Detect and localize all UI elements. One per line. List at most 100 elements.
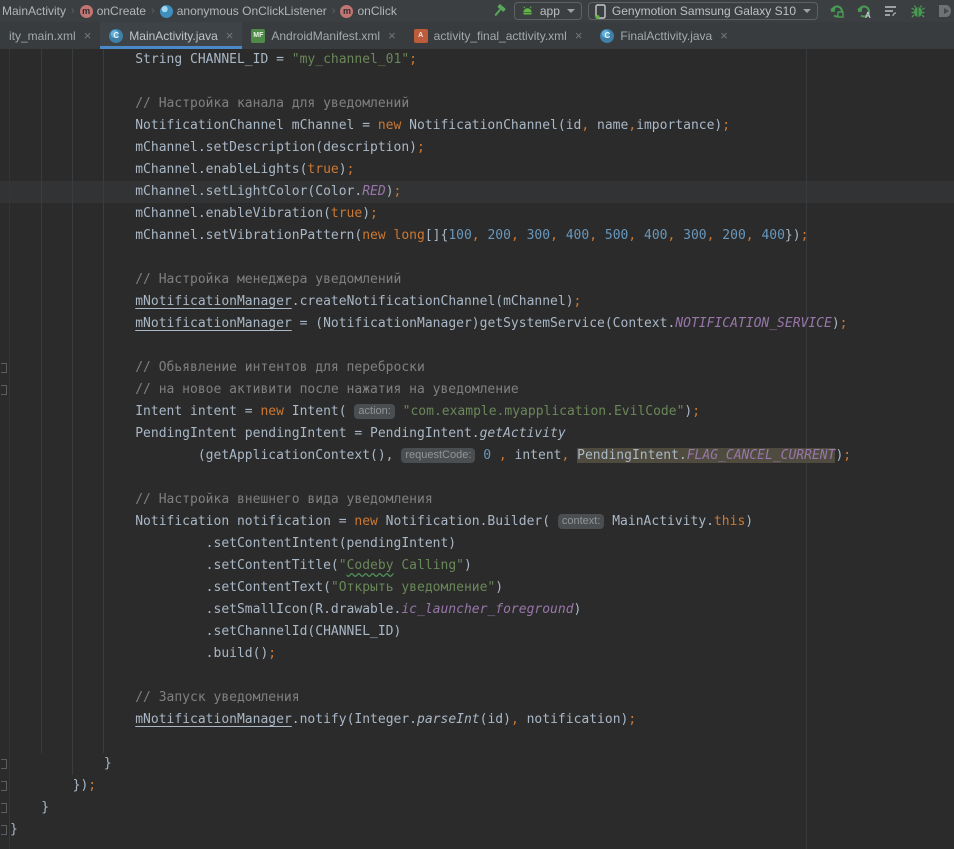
phone-icon	[595, 4, 607, 19]
code-token: notification)	[527, 712, 629, 727]
breadcrumb-separator-icon: ›	[151, 5, 155, 17]
run-configuration-select[interactable]: app	[514, 2, 582, 20]
code-token: parseInt	[417, 712, 480, 727]
code-line[interactable]: // Настройка менеджера уведомлений	[0, 269, 954, 291]
code-line[interactable]: Intent intent = new Intent( action: "com…	[0, 401, 954, 423]
code-token: )	[386, 184, 394, 199]
code-line[interactable]: .setContentIntent(pendingIntent)	[0, 533, 954, 555]
tab-ity-main-xml[interactable]: ity_main.xml×	[0, 22, 100, 49]
code-token: ;	[722, 118, 730, 133]
code-token: mChannel.setLightColor(Color.	[10, 184, 362, 199]
code-line[interactable]	[0, 335, 954, 357]
code-token: ,	[562, 448, 578, 463]
fold-marker-icon[interactable]	[1, 385, 7, 395]
code-line[interactable]: // Настройка внешнего вида уведомления	[0, 489, 954, 511]
code-line[interactable]: .setSmallIcon(R.drawable.ic_launcher_for…	[0, 599, 954, 621]
apply-changes-icon[interactable]	[828, 2, 846, 20]
code-token: ,	[550, 228, 566, 243]
code-line[interactable]	[0, 665, 954, 687]
code-line[interactable]: .setContentText("Открыть уведомление")	[0, 577, 954, 599]
breadcrumb-item[interactable]: monClick	[340, 4, 396, 18]
code-token: // Настройка менеджера уведомлений	[10, 272, 401, 287]
code-token: 400	[644, 228, 667, 243]
code-line[interactable]	[0, 467, 954, 489]
device-select[interactable]: Genymotion Samsung Galaxy S10	[588, 2, 818, 20]
code-line[interactable]: Notification notification = new Notifica…	[0, 511, 954, 533]
apply-code-changes-icon[interactable]: A	[855, 2, 873, 20]
code-line[interactable]: .setContentTitle("Codeby Calling")	[0, 555, 954, 577]
code-line[interactable]: String CHANNEL_ID = "my_channel_01";	[0, 49, 954, 71]
code-token: = (NotificationManager)getSystemService(…	[292, 316, 676, 331]
close-icon[interactable]: ×	[388, 28, 396, 43]
code-token: mChannel.setDescription(description)	[10, 140, 417, 155]
code-token: )	[339, 162, 347, 177]
code-line[interactable]: PendingIntent pendingIntent = PendingInt…	[0, 423, 954, 445]
code-line[interactable]: }	[0, 753, 954, 775]
profiler-icon[interactable]	[882, 2, 900, 20]
code-token: })	[10, 778, 88, 793]
code-line[interactable]: mNotificationManager = (NotificationMana…	[0, 313, 954, 335]
code-token: ;	[347, 162, 355, 177]
code-line[interactable]: }	[0, 819, 954, 841]
fold-marker-icon[interactable]	[1, 825, 7, 835]
code-token: NOTIFICATION_SERVICE	[675, 316, 832, 331]
tab-androidmanifest-xml[interactable]: MF AndroidManifest.xml ×	[242, 22, 404, 49]
tab-label: activity_final_acttivity.xml	[434, 29, 567, 43]
code-line[interactable]	[0, 71, 954, 93]
debug-icon[interactable]	[909, 2, 927, 20]
current-code-line[interactable]: mChannel.setLightColor(Color.RED);	[0, 181, 954, 203]
code-line[interactable]: .setChannelId(CHANNEL_ID)	[0, 621, 954, 643]
breadcrumb-item[interactable]: monCreate	[80, 4, 146, 18]
code-line[interactable]: (getApplicationContext(), requestCode: 0…	[0, 445, 954, 467]
code-line[interactable]: mNotificationManager.notify(Integer.pars…	[0, 709, 954, 731]
fold-marker-icon[interactable]	[1, 363, 7, 373]
code-token: // Запуск уведомления	[10, 690, 300, 705]
layout-xml-icon: A	[414, 29, 428, 43]
fold-marker-icon[interactable]	[1, 803, 7, 813]
build-hammer-icon[interactable]	[490, 2, 508, 20]
android-icon	[521, 4, 535, 18]
tab-label: AndroidManifest.xml	[271, 29, 380, 43]
svg-text:A: A	[865, 11, 871, 19]
close-icon[interactable]: ×	[226, 28, 234, 43]
code-line[interactable]: // на новое активити после нажатия на ув…	[0, 379, 954, 401]
code-line[interactable]: });	[0, 775, 954, 797]
code-line[interactable]: NotificationChannel mChannel = new Notif…	[0, 115, 954, 137]
breadcrumb-item[interactable]: MainActivity	[2, 4, 66, 18]
code-token: mNotificationManager	[135, 316, 292, 331]
code-line[interactable]: mChannel.enableVibration(true);	[0, 203, 954, 225]
code-line[interactable]: mNotificationManager.createNotificationC…	[0, 291, 954, 313]
code-token: ;	[692, 404, 700, 419]
fold-marker-icon[interactable]	[1, 759, 7, 769]
tab-activity-final-acttivity-xml[interactable]: Aactivity_final_acttivity.xml ×	[405, 22, 592, 49]
code-line[interactable]: .build();	[0, 643, 954, 665]
close-icon[interactable]: ×	[575, 28, 583, 43]
code-token: ;	[394, 184, 402, 199]
code-token: 300	[683, 228, 706, 243]
code-line[interactable]: mChannel.setVibrationPattern(new long[]{…	[0, 225, 954, 247]
tab-finalacttivity-java[interactable]: CFinalActtivity.java×	[591, 22, 736, 49]
close-icon[interactable]: ×	[84, 28, 92, 43]
code-line[interactable]: mChannel.setDescription(description);	[0, 137, 954, 159]
code-token: ;	[843, 448, 851, 463]
code-token: PendingIntent pendingIntent = PendingInt…	[10, 426, 480, 441]
code-line[interactable]: }	[0, 797, 954, 819]
code-line[interactable]: // Обьявление интентов для переброски	[0, 357, 954, 379]
breadcrumb-item[interactable]: anonymous OnClickListener	[160, 4, 327, 18]
close-icon[interactable]: ×	[720, 28, 728, 43]
code-token: .build()	[10, 646, 268, 661]
manifest-icon: MF	[251, 29, 265, 43]
code-token: true	[331, 206, 362, 221]
code-line[interactable]: // Запуск уведомления	[0, 687, 954, 709]
code-line[interactable]: // Настройка канала для уведомлений	[0, 93, 954, 115]
code-token: new	[362, 228, 385, 243]
tab-mainactivity-java[interactable]: CMainActivity.java×	[100, 22, 242, 49]
code-line[interactable]	[0, 731, 954, 753]
fold-marker-icon[interactable]	[1, 781, 7, 791]
code-line[interactable]: mChannel.enableLights(true);	[0, 159, 954, 181]
code-line[interactable]	[0, 247, 954, 269]
attach-debugger-icon[interactable]	[936, 2, 954, 20]
code-token: ,	[746, 228, 762, 243]
code-editor[interactable]: String CHANNEL_ID = "my_channel_01"; // …	[0, 49, 954, 849]
code-token: NotificationChannel mChannel =	[10, 118, 378, 133]
